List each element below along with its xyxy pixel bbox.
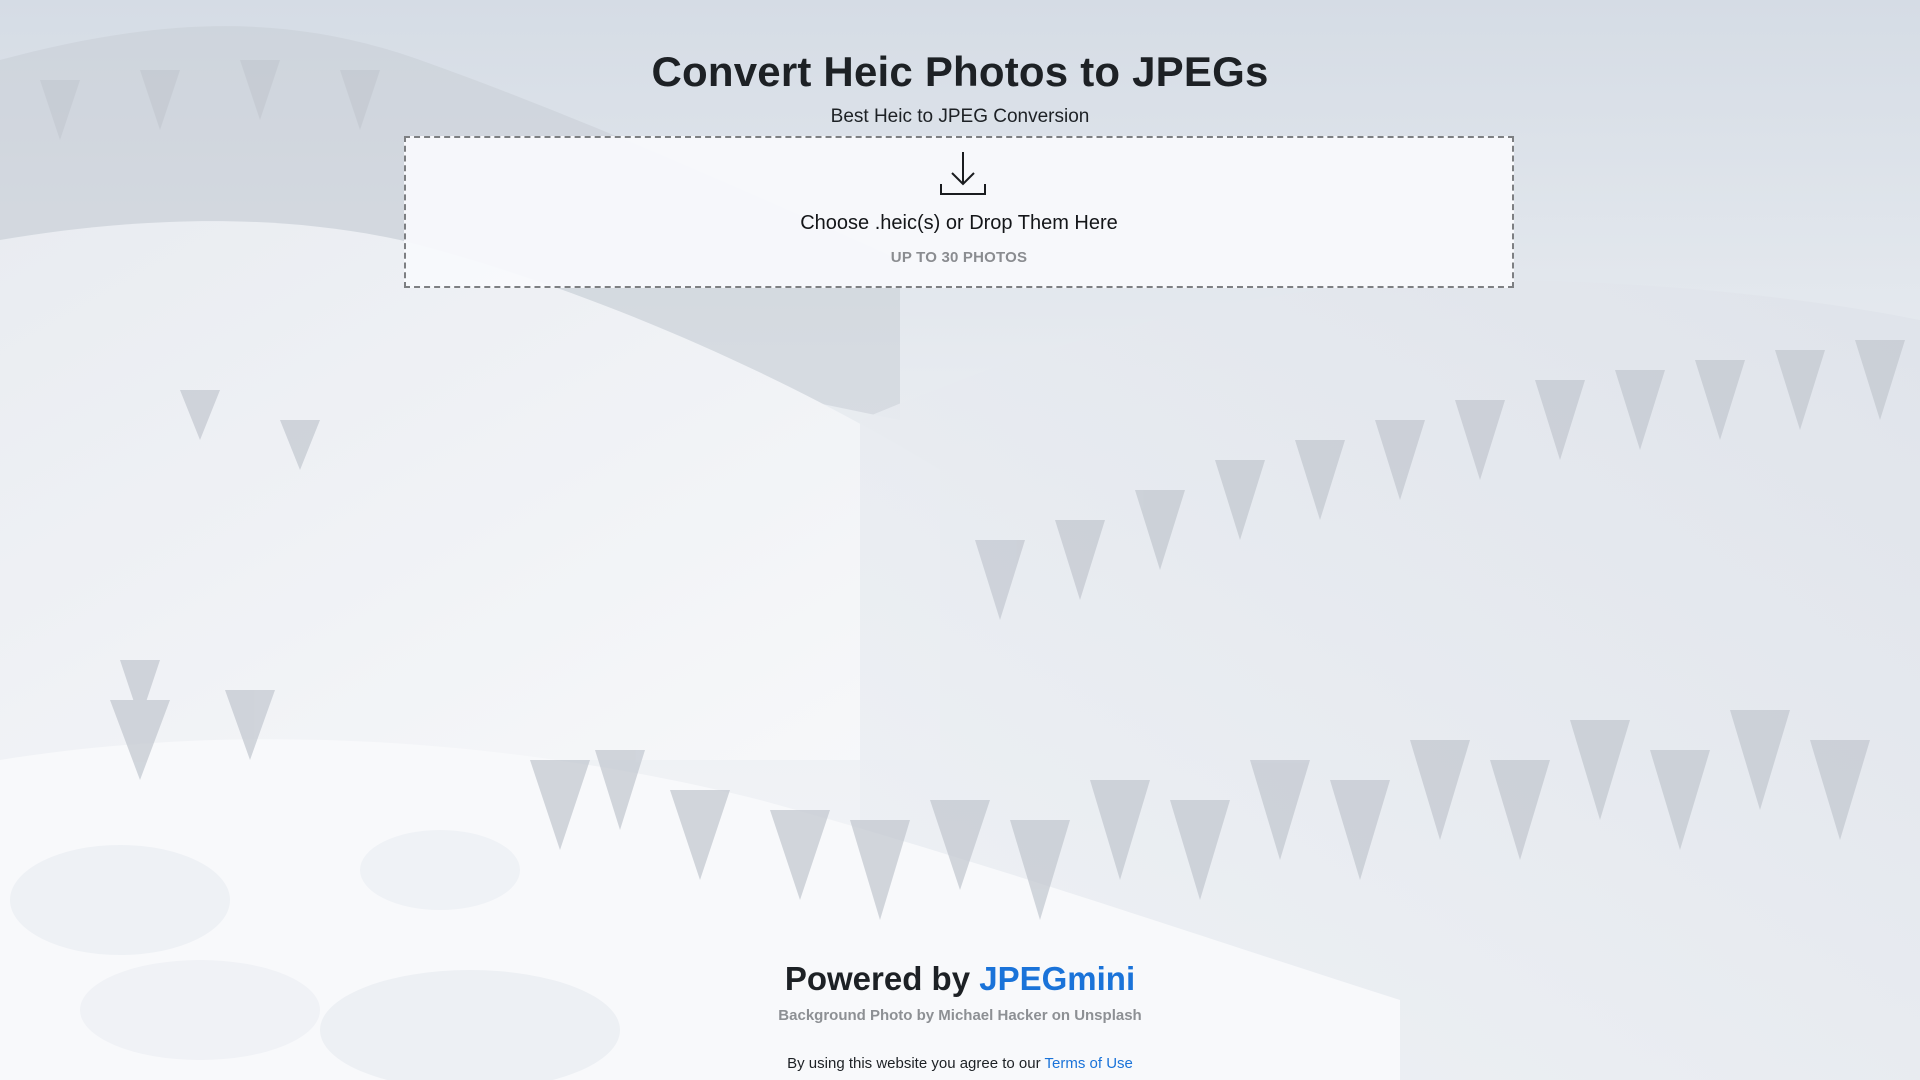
terms-of-use-link[interactable]: Terms of Use bbox=[1045, 1055, 1133, 1072]
terms-notice: By using this website you agree to our T… bbox=[0, 1055, 1920, 1072]
photo-credit: Background Photo by Michael Hacker on Un… bbox=[778, 1007, 1142, 1024]
powered-by-prefix: Powered by bbox=[784, 960, 971, 997]
page-title: Convert Heic Photos to JPEGs bbox=[651, 48, 1269, 95]
file-dropzone[interactable]: Choose .heic(s) or Drop Them Here UP TO … bbox=[404, 136, 1514, 288]
dropzone-hint: UP TO 30 PHOTOS bbox=[890, 249, 1028, 266]
powered-by: Powered by JPEGmini bbox=[0, 960, 1920, 998]
jpegmini-link[interactable]: JPEGmini bbox=[979, 960, 1135, 997]
dropzone-label: Choose .heic(s) or Drop Them Here bbox=[800, 212, 1118, 234]
terms-prefix: By using this website you agree to our bbox=[787, 1055, 1041, 1072]
page-subtitle: Best Heic to JPEG Conversion bbox=[830, 106, 1090, 127]
download-icon bbox=[939, 150, 987, 198]
